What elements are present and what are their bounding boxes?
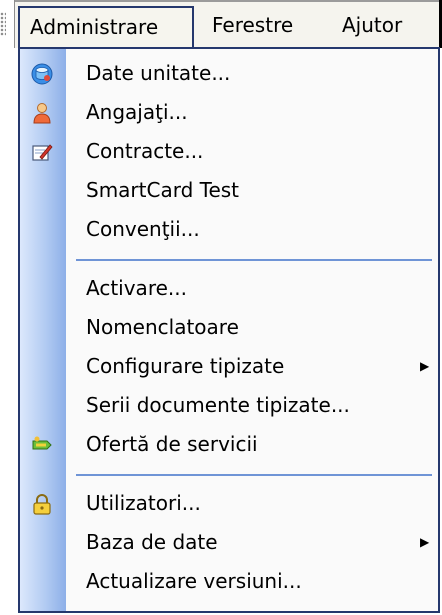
menu-item-label: SmartCard Test <box>86 178 240 202</box>
menu-item-serii-documente[interactable]: Serii documente tipizate... <box>20 386 438 425</box>
menu-item-conventii[interactable]: Convenţii... <box>20 210 438 249</box>
menu-item-baza-de-date[interactable]: Baza de date ▶ <box>20 523 438 562</box>
menu-item-label: Angajaţi... <box>86 100 188 124</box>
lock-icon <box>30 492 54 516</box>
menu-administrare[interactable]: Administrare <box>18 6 194 48</box>
submenu-arrow-icon: ▶ <box>420 359 430 373</box>
menu-item-label: Configurare tipizate <box>86 354 285 378</box>
menu-item-smartcard-test[interactable]: SmartCard Test <box>20 171 438 210</box>
menu-item-activare[interactable]: Activare... <box>20 269 438 308</box>
menu-ferestre[interactable]: Ferestre <box>202 6 324 44</box>
menu-item-label: Baza de date <box>86 530 218 554</box>
menu-item-label: Utilizatori... <box>86 491 201 515</box>
menu-item-label: Convenţii... <box>86 217 200 241</box>
contract-edit-icon <box>30 140 54 164</box>
menu-separator <box>76 474 432 476</box>
menu-item-utilizatori[interactable]: Utilizatori... <box>20 484 438 523</box>
grip-handle[interactable] <box>0 12 6 36</box>
services-icon <box>30 433 54 457</box>
person-icon <box>30 101 54 125</box>
menu-item-label: Actualizare versiuni... <box>86 569 302 593</box>
menu-item-date-unitate[interactable]: Date unitate... <box>20 54 438 93</box>
menu-item-label: Contracte... <box>86 139 204 163</box>
menu-item-label: Activare... <box>86 276 187 300</box>
menu-item-label: Ofertă de servicii <box>86 432 258 456</box>
menu-separator <box>76 259 432 261</box>
menu-item-angajati[interactable]: Angajaţi... <box>20 93 438 132</box>
submenu-arrow-icon: ▶ <box>420 535 430 549</box>
menu-item-configurare-tipizate[interactable]: Configurare tipizate ▶ <box>20 347 438 386</box>
menu-item-nomenclatoare[interactable]: Nomenclatoare <box>20 308 438 347</box>
menu-item-label: Serii documente tipizate... <box>86 393 350 417</box>
menu-item-oferta-servicii[interactable]: Ofertă de servicii <box>20 425 438 464</box>
menu-ajutor[interactable]: Ajutor <box>332 6 432 44</box>
top-border <box>0 0 442 2</box>
menu-item-contracte[interactable]: Contracte... <box>20 132 438 171</box>
menu-item-label: Nomenclatoare <box>86 315 239 339</box>
administrare-dropdown: Date unitate... Angajaţi... Contracte...… <box>18 47 440 613</box>
menu-bar: Administrare Ferestre Ajutor <box>0 0 442 48</box>
database-icon <box>30 62 54 86</box>
menu-item-label: Date unitate... <box>86 61 231 85</box>
menu-item-actualizare-versiuni[interactable]: Actualizare versiuni... <box>20 562 438 601</box>
